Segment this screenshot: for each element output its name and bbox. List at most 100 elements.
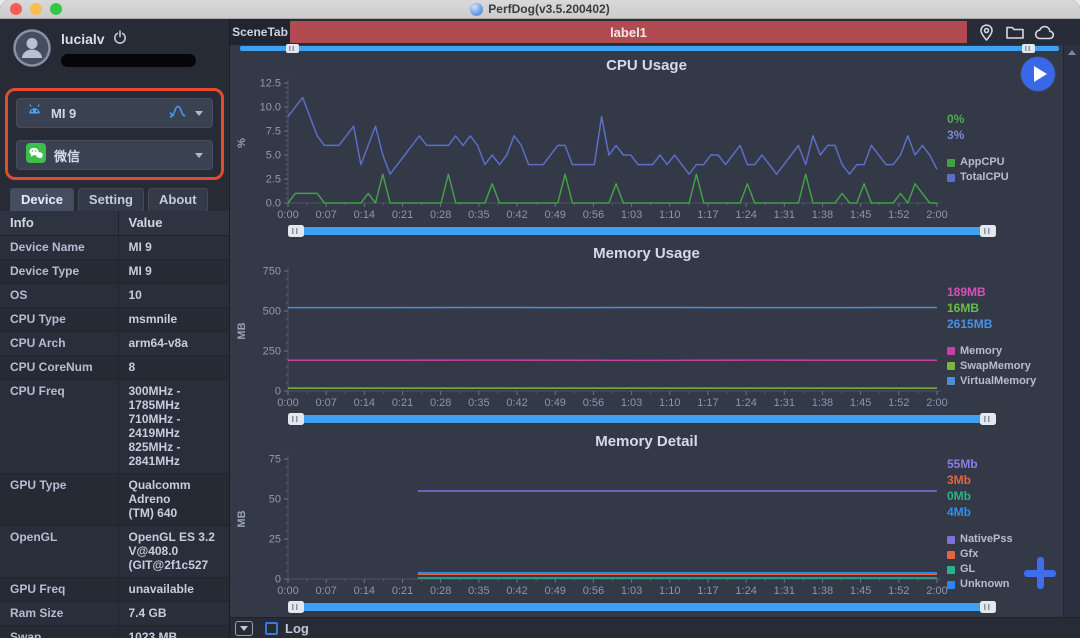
table-row: Device Type MI 9	[0, 259, 229, 284]
scrollbar-left-grip[interactable]	[288, 413, 304, 425]
svg-text:500: 500	[263, 306, 281, 318]
value-cell: MI 9	[117, 235, 229, 260]
svg-text:0:07: 0:07	[315, 585, 336, 597]
device-dropdown[interactable]: MI 9	[16, 98, 213, 128]
svg-text:1:31: 1:31	[774, 209, 795, 221]
scrollbar-right-grip[interactable]	[1022, 44, 1035, 53]
svg-text:50: 50	[269, 494, 281, 506]
pin-icon[interactable]	[977, 23, 996, 42]
svg-text:0:00: 0:00	[277, 397, 298, 409]
chart-scrollbar[interactable]	[288, 413, 996, 425]
legend-item-VirtualMemory: VirtualMemory	[947, 374, 1063, 389]
tab-about[interactable]: About	[147, 188, 208, 211]
android-icon	[26, 103, 43, 123]
play-button[interactable]	[1021, 57, 1055, 91]
chevron-down-icon	[195, 110, 203, 116]
scrollbar-bar[interactable]	[304, 227, 980, 235]
series-TotalCPU	[287, 96, 938, 175]
current-values: 55Mb 3Mb 0Mb 4Mb	[947, 456, 1063, 520]
svg-text:0:21: 0:21	[392, 209, 413, 221]
chart-title: Memory Detail	[595, 433, 698, 450]
scrollbar-bar[interactable]	[304, 603, 980, 611]
scrollbar-left-grip[interactable]	[286, 44, 299, 53]
svg-text:1:17: 1:17	[697, 397, 718, 409]
cloud-icon[interactable]	[1034, 24, 1056, 41]
svg-text:0: 0	[275, 574, 281, 586]
close-button[interactable]	[10, 3, 22, 15]
table-row: GPU Freq unavailable	[0, 577, 229, 602]
legend-item-NativePss: NativePss	[947, 532, 1063, 547]
current-value: 0Mb	[947, 489, 971, 503]
table-row: GPU Type Qualcomm Adreno (TM) 640	[0, 473, 229, 526]
value-cell: 8	[117, 355, 229, 380]
svg-text:0:00: 0:00	[277, 209, 298, 221]
chart-scrollbar[interactable]	[288, 225, 996, 237]
power-icon[interactable]	[113, 30, 127, 47]
current-value: 16MB	[947, 300, 980, 315]
user-name: lucialv	[61, 30, 105, 47]
info-cell: CPU Arch	[0, 331, 118, 356]
tab-scene[interactable]: SceneTab	[230, 19, 290, 45]
svg-text:0:21: 0:21	[392, 397, 413, 409]
memory-usage-plot[interactable]: 0 250 500 750 MB 0:00 0:07 0:14 0:21 0:28 0:35 0:42…	[230, 263, 948, 410]
svg-text:250: 250	[263, 346, 281, 358]
value-cell: 7.4 GB	[117, 601, 229, 626]
tab-setting[interactable]: Setting	[77, 188, 144, 211]
svg-text:1:38: 1:38	[812, 397, 833, 409]
table-row: Ram Size 7.4 GB	[0, 601, 229, 626]
svg-text:1:24: 1:24	[735, 397, 756, 409]
legend-swatch	[947, 580, 955, 589]
svg-text:0:42: 0:42	[506, 209, 527, 221]
info-cell: Device Name	[0, 235, 118, 260]
svg-text:1:10: 1:10	[659, 585, 680, 597]
svg-text:1:10: 1:10	[659, 209, 680, 221]
tab-device[interactable]: Device	[10, 188, 74, 211]
wechat-icon	[26, 142, 46, 168]
info-cell: CPU Type	[0, 307, 118, 332]
traffic-lights	[10, 3, 62, 15]
session-label-bar[interactable]: label1	[290, 21, 967, 43]
value-cell: Qualcomm Adreno (TM) 640	[117, 473, 229, 526]
svg-text:1:03: 1:03	[621, 209, 642, 221]
svg-text:0:14: 0:14	[354, 585, 375, 597]
svg-text:1:31: 1:31	[774, 397, 795, 409]
log-checkbox[interactable]	[265, 621, 278, 635]
app-icon	[470, 2, 484, 16]
table-row: Swap 1023 MB	[0, 625, 229, 638]
value-cell: msmnile	[117, 307, 229, 332]
app-dropdown[interactable]: 微信	[16, 140, 213, 170]
svg-text:25: 25	[269, 534, 281, 546]
legend-swatch	[947, 173, 955, 182]
current-values: 0% 3%	[947, 111, 1063, 143]
legend-swatch	[947, 550, 955, 559]
chart-legend: AppCPU TotalCPU	[947, 155, 1063, 185]
table-header-info: Info	[0, 211, 118, 236]
chart-scrollbar[interactable]	[288, 601, 996, 613]
cpu-usage-plot[interactable]: 0.0 2.5 5.0 7.5 10.0 12.5% 0:00 0:07 0:14 0:21 0:2…	[230, 75, 948, 222]
user-panel: lucialv	[0, 19, 229, 86]
svg-text:0:00: 0:00	[277, 585, 298, 597]
expand-button[interactable]	[235, 620, 253, 636]
app-window: PerfDog(v3.5.200402) lucialv MI 9 微信 Dev…	[0, 0, 1080, 638]
memory-detail-plot[interactable]: 0 25 50 75 MB 0:00 0:07 0:14 0:21 0:28 0:35 0:42 0:4…	[230, 451, 948, 598]
timeline-scrollbar[interactable]	[230, 44, 1063, 53]
scrollbar-left-grip[interactable]	[288, 225, 304, 237]
scrollbar-right-grip[interactable]	[980, 601, 996, 613]
maximize-button[interactable]	[50, 3, 62, 15]
svg-text:1:52: 1:52	[888, 209, 909, 221]
svg-text:1:45: 1:45	[850, 585, 871, 597]
info-cell: CPU Freq	[0, 379, 118, 474]
scrollbar-left-grip[interactable]	[288, 601, 304, 613]
add-button[interactable]	[1024, 557, 1056, 589]
scrollbar-right-grip[interactable]	[980, 225, 996, 237]
info-cell: OS	[0, 283, 118, 308]
app-dropdown-value: 微信	[54, 148, 81, 164]
folder-icon[interactable]	[1005, 23, 1025, 41]
minimize-button[interactable]	[30, 3, 42, 15]
scrollbar-bar[interactable]	[304, 415, 980, 423]
vertical-scrollbar[interactable]	[1063, 45, 1080, 617]
scrollbar-right-grip[interactable]	[980, 413, 996, 425]
avatar	[12, 28, 52, 68]
current-value: 0%	[947, 112, 965, 126]
scroll-up-icon[interactable]	[1068, 50, 1076, 55]
